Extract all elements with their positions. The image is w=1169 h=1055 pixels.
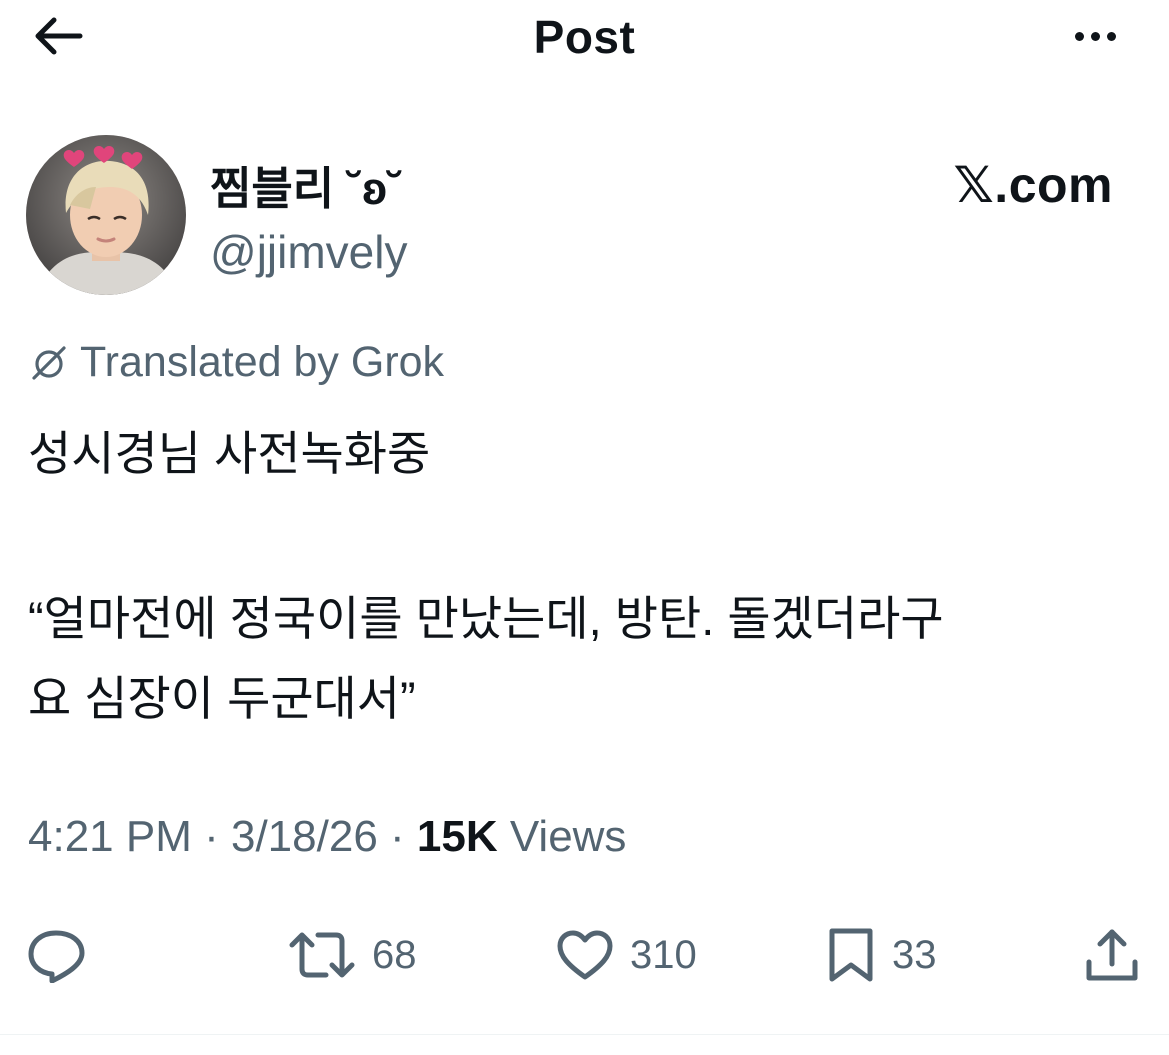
arrow-left-icon xyxy=(35,17,83,55)
like-count: 310 xyxy=(630,932,697,977)
repost-count: 68 xyxy=(372,932,417,977)
post-time[interactable]: 4:21 PM xyxy=(28,812,192,861)
bookmark-button[interactable]: 33 xyxy=(826,920,937,990)
share-icon xyxy=(1086,929,1138,981)
translation-note[interactable]: Translated by Grok xyxy=(28,338,444,387)
views-count: 15K xyxy=(416,812,498,861)
avatar-photo xyxy=(26,135,186,295)
share-button[interactable] xyxy=(1084,920,1156,990)
reply-icon xyxy=(28,930,85,983)
post-text-line: 요 심장이 두군대서” xyxy=(28,672,416,725)
avatar[interactable] xyxy=(26,135,186,295)
post-metadata: 4:21 PM · 3/18/26 · 15K Views xyxy=(28,812,626,862)
bookmark-icon xyxy=(829,928,873,982)
more-options-button[interactable] xyxy=(1065,20,1125,52)
reply-button[interactable] xyxy=(26,920,104,990)
heart-icon xyxy=(557,930,613,980)
x-com-logo: 𝕏.com xyxy=(953,157,1113,213)
author-handle[interactable]: @jjimvely xyxy=(210,225,407,279)
divider xyxy=(0,1034,1169,1035)
page-title: Post xyxy=(533,11,636,63)
like-button[interactable]: 310 xyxy=(556,920,697,990)
meta-separator: · xyxy=(191,812,231,861)
more-horizontal-icon xyxy=(1074,31,1084,41)
more-dot xyxy=(1090,31,1100,41)
post-date[interactable]: 3/18/26 xyxy=(231,812,378,861)
more-dot xyxy=(1106,31,1116,41)
author-display-name[interactable]: 찜블리 ˘ʚ˘ xyxy=(210,152,402,217)
repost-icon xyxy=(289,932,355,978)
translation-label: Translated by Grok xyxy=(80,338,445,386)
action-bar: 68 310 33 xyxy=(0,920,1169,990)
post-text-line: “얼마전에 정국이를 만났는데, 방탄. 돌겠더라구 xyxy=(28,592,944,645)
post-text-line: 성시경님 사전녹화중 xyxy=(28,427,431,480)
meta-separator: · xyxy=(377,812,417,861)
back-button[interactable] xyxy=(30,14,86,58)
repost-button[interactable]: 68 xyxy=(288,920,417,990)
views-label: Views xyxy=(509,812,627,861)
grok-icon xyxy=(32,345,66,380)
bookmark-count: 33 xyxy=(892,932,937,977)
top-bar: Post xyxy=(0,0,1169,80)
